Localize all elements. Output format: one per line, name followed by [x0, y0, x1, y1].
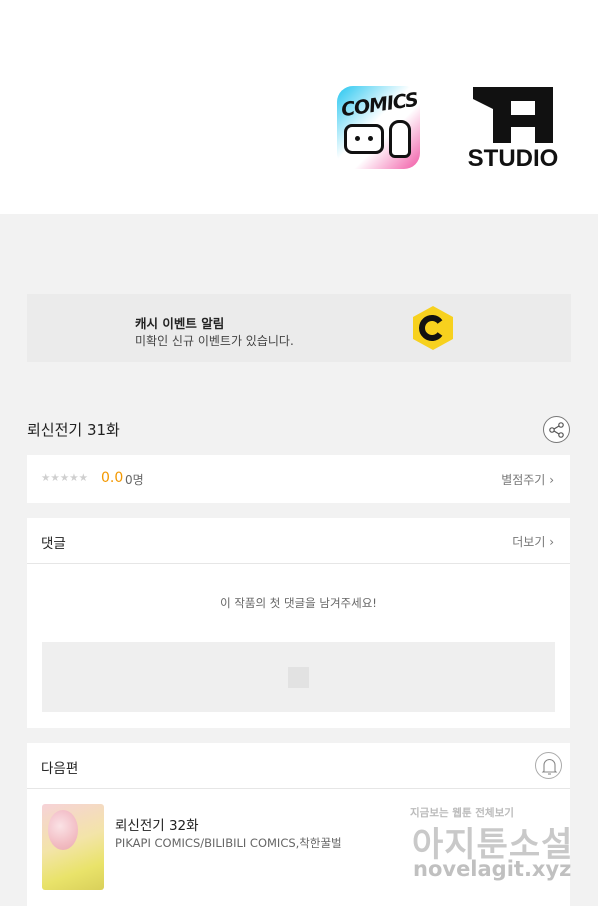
comics-logo-text: COMICS: [339, 88, 420, 122]
next-episode-header: 다음편: [27, 743, 570, 789]
site-watermark: 지금보는 웹툰 전체보기 아지툰소설 novelagit.xyz: [410, 805, 580, 885]
comment-input[interactable]: [42, 642, 555, 712]
tv-mascot-icon: [344, 124, 384, 154]
studio-logo-text: STUDIO: [467, 145, 559, 172]
comment-placeholder-icon: [288, 667, 309, 688]
chevron-right-icon: ›: [549, 473, 554, 487]
rate-button-label: 별점주기: [501, 473, 546, 487]
comments-title: 댓글: [41, 536, 66, 552]
rating-count: 0명: [125, 473, 144, 487]
comments-more-button[interactable]: 더보기 ›: [512, 533, 554, 550]
next-episode-header-title: 다음편: [41, 761, 79, 777]
cash-c-icon: [413, 306, 453, 350]
comments-empty-message: 이 작품의 첫 댓글을 남겨주세요!: [220, 596, 377, 610]
cash-event-subtitle: 미확인 신규 이벤트가 있습니다.: [135, 334, 294, 348]
rate-button[interactable]: 별점주기 ›: [501, 471, 554, 488]
rating-card: ★★★★★ 0.0 0명 별점주기 ›: [27, 455, 570, 503]
cash-event-title: 캐시 이벤트 알림: [135, 316, 225, 331]
share-icon: [549, 422, 564, 438]
watermark-url: novelagit.xyz: [413, 857, 572, 881]
studio-mark-icon: [473, 87, 553, 143]
rating-score: 0.0: [101, 470, 124, 486]
next-episode-title[interactable]: 뢰신전기 32화: [115, 814, 199, 834]
rating-stars: ★★★★★: [41, 472, 89, 484]
comments-header: 댓글 더보기 ›: [27, 518, 570, 564]
bilibili-comics-logo: COMICS: [337, 86, 420, 169]
comments-card: 댓글 더보기 › 이 작품의 첫 댓글을 남겨주세요!: [27, 518, 570, 728]
comments-more-label: 더보기: [512, 535, 546, 549]
next-episode-thumbnail[interactable]: [42, 804, 104, 890]
cash-event-alert[interactable]: 캐시 이벤트 알림 미확인 신규 이벤트가 있습니다.: [27, 294, 571, 362]
next-episode-author: PIKAPI COMICS/BILIBILI COMICS,착한꿀벌: [115, 836, 342, 850]
episode-title: 뢰신전기 31화: [27, 421, 120, 439]
bell-icon: [541, 759, 558, 775]
publisher-banner: COMICS STUDIO: [0, 0, 598, 214]
studio-logo: STUDIO: [463, 87, 563, 172]
chevron-right-icon: ›: [549, 535, 554, 549]
thumbs-up-icon: [389, 120, 411, 158]
share-button[interactable]: [543, 416, 570, 443]
notification-bell-button[interactable]: [535, 752, 562, 779]
